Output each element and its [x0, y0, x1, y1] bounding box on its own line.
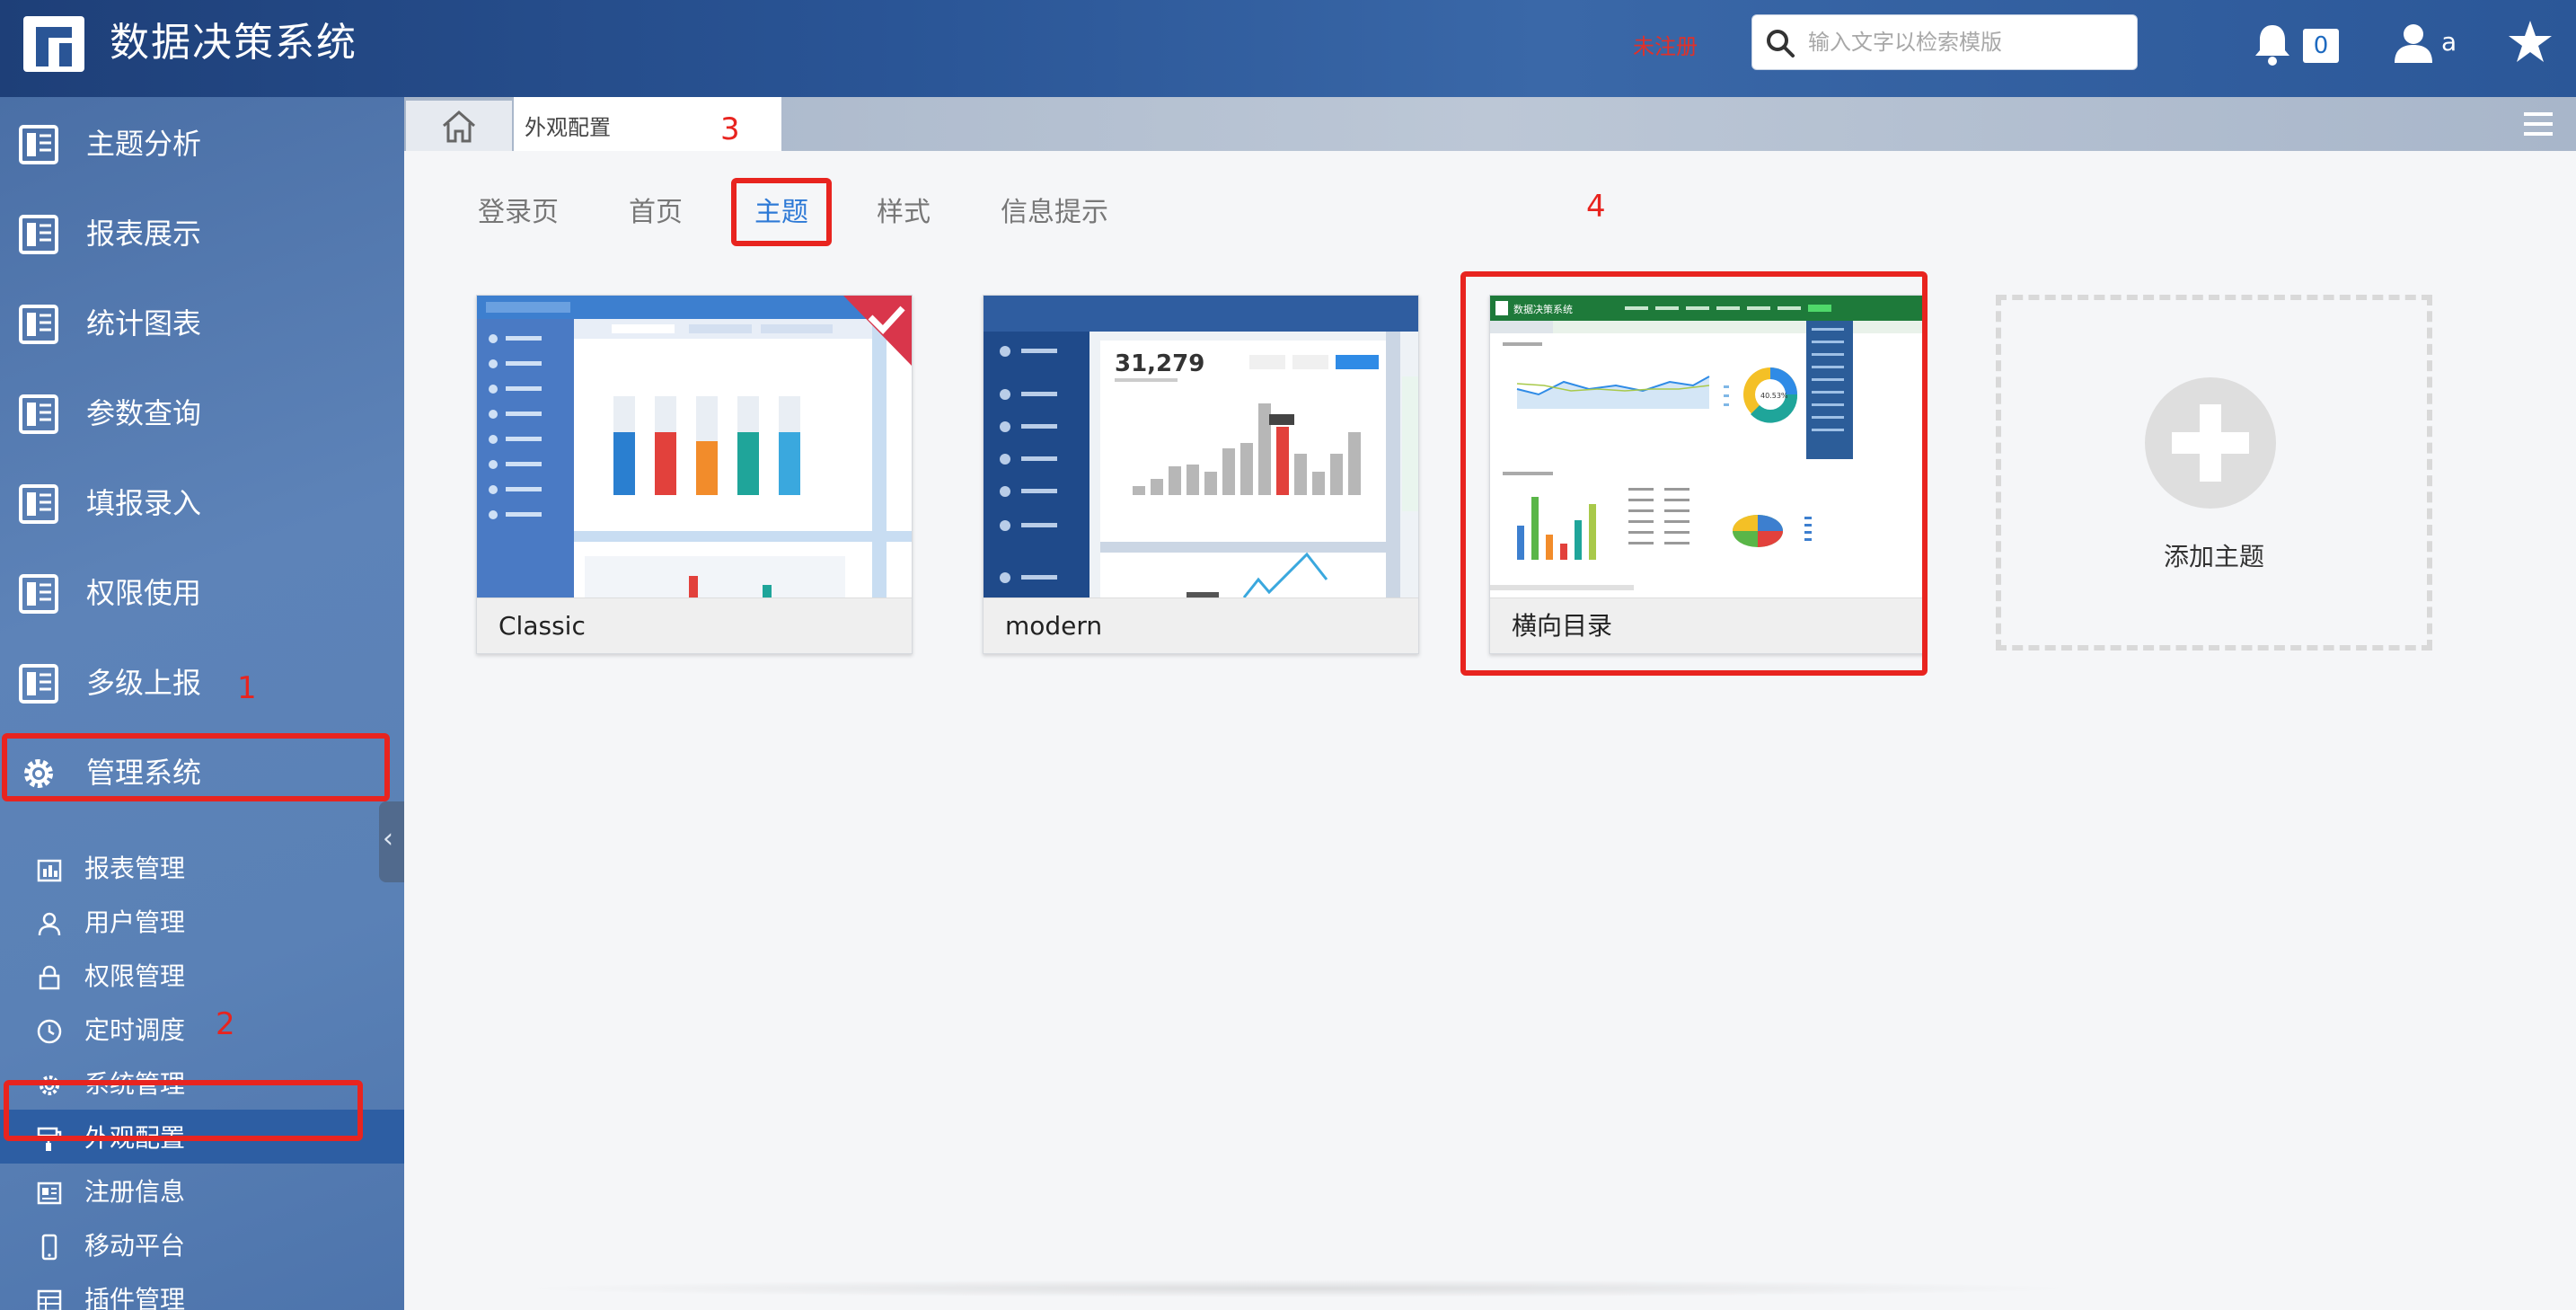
- sidebar-subitem-label: 权限管理: [84, 961, 186, 991]
- sidebar-item-label: 报表展示: [86, 217, 202, 251]
- sidebar-item-multilevel-report[interactable]: 多级上报: [0, 638, 404, 728]
- theme-preview-modern: 31,279: [984, 296, 1418, 597]
- sidebar-item-label: 主题分析: [86, 127, 202, 161]
- sidebar-item-statistics-charts[interactable]: 统计图表: [0, 279, 404, 368]
- annotation-box-horizontal-theme: [1460, 271, 1928, 676]
- theme-preview-classic: [477, 296, 912, 597]
- app-logo-icon: [23, 16, 84, 72]
- top-header: 数据决策系统 未注册 0 a: [0, 0, 2576, 97]
- unregistered-notice[interactable]: 未注册: [1633, 29, 1698, 60]
- sidebar-subitem-plugin-management[interactable]: 插件管理: [0, 1271, 404, 1310]
- sidebar-subitem-registration-info[interactable]: 注册信息: [0, 1164, 404, 1217]
- sidebar-item-report-display[interactable]: 报表展示: [0, 189, 404, 279]
- subtab-home-page[interactable]: 首页: [629, 194, 683, 232]
- annotation-number-1: 1: [237, 670, 257, 706]
- annotation-number-3: 3: [720, 111, 740, 147]
- plus-icon: [2172, 404, 2249, 482]
- annotation-number-4: 4: [1586, 189, 1606, 225]
- sidebar-item-label: 参数查询: [86, 396, 202, 430]
- sidebar-subitem-permission-management[interactable]: 权限管理: [0, 948, 404, 1002]
- report-icon: [19, 574, 58, 614]
- sidebar-subitem-label: 移动平台: [84, 1231, 186, 1261]
- plugin-icon: [37, 1289, 62, 1310]
- report-icon: [19, 484, 58, 524]
- notification-count-badge[interactable]: 0: [2303, 29, 2339, 63]
- lock-icon: [39, 965, 60, 990]
- sidebar-item-data-entry[interactable]: 填报录入: [0, 458, 404, 548]
- report-icon: [19, 305, 58, 344]
- tab-appearance-config[interactable]: 外观配置: [514, 97, 781, 151]
- subtab-login-page[interactable]: 登录页: [478, 194, 559, 232]
- user-management-icon: [38, 912, 61, 936]
- sidebar-item-label: 多级上报: [86, 666, 202, 700]
- report-icon: [19, 394, 58, 434]
- report-icon: [19, 664, 58, 704]
- search-input[interactable]: [1808, 15, 2127, 69]
- sidebar-collapse-handle[interactable]: ‹: [379, 801, 404, 882]
- hamburger-menu-icon[interactable]: [2522, 110, 2554, 138]
- sidebar-subitem-label: 插件管理: [84, 1285, 186, 1310]
- clock-icon: [37, 1019, 62, 1044]
- home-icon: [443, 110, 475, 143]
- report-management-icon: [37, 859, 62, 882]
- sidebar-subitem-report-management[interactable]: 报表管理: [0, 840, 404, 894]
- theme-card-classic[interactable]: Classic: [476, 295, 913, 654]
- sidebar-subitem-user-management[interactable]: 用户管理: [0, 894, 404, 948]
- user-icon[interactable]: [2393, 22, 2434, 65]
- template-search-box[interactable]: [1751, 14, 2138, 70]
- content-bottom-shadow: [512, 1279, 2084, 1297]
- subtab-style[interactable]: 样式: [877, 194, 931, 232]
- add-theme-card[interactable]: 添加主题: [1996, 295, 2432, 651]
- theme-name-classic: Classic: [477, 597, 912, 653]
- chevron-left-icon: ‹: [383, 823, 393, 854]
- add-icon: [2145, 377, 2276, 509]
- app-title: 数据决策系统: [110, 20, 357, 66]
- add-theme-label: 添加主题: [2163, 542, 2264, 571]
- modern-preview-kpi: 31,279: [1115, 350, 1204, 377]
- user-name[interactable]: a: [2441, 27, 2457, 57]
- annotation-box-theme-tab: [731, 178, 832, 246]
- sidebar-item-theme-analysis[interactable]: 主题分析: [0, 99, 404, 189]
- report-icon: [19, 215, 58, 254]
- sidebar-item-permission-use[interactable]: 权限使用: [0, 548, 404, 638]
- bell-icon[interactable]: [2253, 22, 2292, 66]
- theme-name-modern: modern: [984, 597, 1418, 653]
- mobile-phone-icon: [41, 1234, 57, 1261]
- tab-home[interactable]: [406, 101, 512, 151]
- sidebar-item-label: 填报录入: [86, 486, 202, 520]
- sidebar-item-label: 统计图表: [86, 306, 202, 341]
- theme-card-modern[interactable]: 31,279 modern: [983, 295, 1419, 654]
- favorite-star-icon[interactable]: [2506, 18, 2554, 66]
- sidebar-item-label: 权限使用: [86, 576, 202, 610]
- subtab-info-tips[interactable]: 信息提示: [1001, 194, 1108, 232]
- annotation-number-2: 2: [216, 1006, 235, 1042]
- tab-label: 外观配置: [525, 115, 611, 140]
- annotation-box-management-system: [2, 733, 390, 801]
- sidebar-item-parameter-query[interactable]: 参数查询: [0, 368, 404, 458]
- sidebar-subitem-mobile-platform[interactable]: 移动平台: [0, 1217, 404, 1271]
- sidebar-subitem-scheduled-tasks[interactable]: 定时调度: [0, 1002, 404, 1056]
- sidebar-subitem-label: 报表管理: [84, 854, 186, 883]
- registration-icon: [37, 1182, 62, 1205]
- annotation-box-appearance-config: [4, 1080, 363, 1141]
- sidebar-subitem-label: 用户管理: [84, 907, 186, 937]
- report-icon: [19, 125, 58, 164]
- search-icon: [1767, 30, 1795, 58]
- sidebar-subitem-label: 定时调度: [84, 1015, 186, 1045]
- sidebar-subitem-label: 注册信息: [84, 1177, 186, 1207]
